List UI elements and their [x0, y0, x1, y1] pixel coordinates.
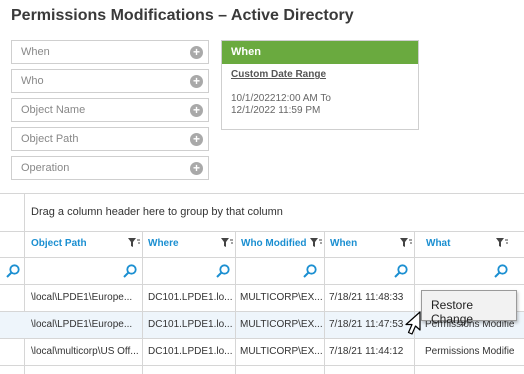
when-filter-panel: When Custom Date Range 10/1/202212:00 AM…: [221, 40, 419, 130]
cell-when: 7/18/21 11:44:12: [329, 346, 404, 357]
filter-funnel-icon[interactable]: [128, 238, 140, 249]
page-title: Permissions Modifications – Active Direc…: [11, 7, 354, 24]
custom-date-range-link[interactable]: Custom Date Range: [231, 69, 326, 80]
cell-object-path: \local\LPDE1\Europe...: [31, 319, 133, 330]
cell-where: DC101.LPDE1.lo...: [148, 319, 233, 330]
column-header-what[interactable]: What: [421, 231, 501, 257]
add-icon[interactable]: +: [190, 46, 203, 59]
filter-funnel-icon[interactable]: [221, 238, 233, 249]
mouse-cursor-icon: [405, 311, 421, 335]
search-icon[interactable]: [494, 264, 508, 278]
when-panel-header: When: [222, 41, 418, 64]
filter-label: Object Name: [21, 104, 86, 116]
results-grid: Drag a column header here to group by th…: [0, 193, 524, 374]
cell-where: DC101.LPDE1.lo...: [148, 346, 233, 357]
cell-object-path: \local\multicorp\US Off...: [31, 346, 139, 357]
cell-object-path: \local\LPDE1\Europe...: [31, 292, 133, 303]
group-by-drop-zone[interactable]: Drag a column header here to group by th…: [31, 206, 283, 218]
cell-who-modified: MULTICORP\EX...: [240, 346, 322, 357]
filter-funnel-icon[interactable]: [310, 238, 322, 249]
cell-when: 7/18/21 11:48:33: [329, 292, 404, 303]
filter-object-path[interactable]: Object Path +: [11, 127, 209, 151]
search-icon[interactable]: [303, 264, 317, 278]
cell-when: 7/18/21 11:47:53: [329, 319, 404, 330]
filter-label: Object Path: [21, 133, 79, 145]
filter-who[interactable]: Who +: [11, 69, 209, 93]
filter-label: Operation: [21, 162, 70, 174]
search-icon[interactable]: [394, 264, 408, 278]
add-icon[interactable]: +: [190, 75, 203, 88]
filter-funnel-icon[interactable]: [400, 238, 412, 249]
search-icon[interactable]: [123, 264, 137, 278]
cell-who-modified: MULTICORP\EX...: [240, 319, 322, 330]
filter-label: When: [21, 46, 50, 58]
cell-where: DC101.LPDE1.lo...: [148, 292, 233, 303]
restore-change-button[interactable]: Restore Change: [421, 290, 517, 326]
filter-funnel-icon[interactable]: [496, 238, 508, 249]
add-icon[interactable]: +: [190, 162, 203, 175]
search-icon[interactable]: [6, 264, 20, 278]
filter-operation[interactable]: Operation +: [11, 156, 209, 180]
filter-when[interactable]: When +: [11, 40, 209, 64]
cell-what: Permissions Modifie: [425, 346, 515, 357]
add-icon[interactable]: +: [190, 104, 203, 117]
date-range-start: 10/1/202212:00 AM To: [231, 93, 331, 104]
add-icon[interactable]: +: [190, 133, 203, 146]
column-header-object-path[interactable]: Object Path: [26, 231, 142, 257]
date-range-end: 12/1/2022 11:59 PM: [231, 105, 321, 116]
filter-object-name[interactable]: Object Name +: [11, 98, 209, 122]
cell-who-modified: MULTICORP\EX...: [240, 292, 322, 303]
search-icon[interactable]: [216, 264, 230, 278]
filter-label: Who: [21, 75, 44, 87]
